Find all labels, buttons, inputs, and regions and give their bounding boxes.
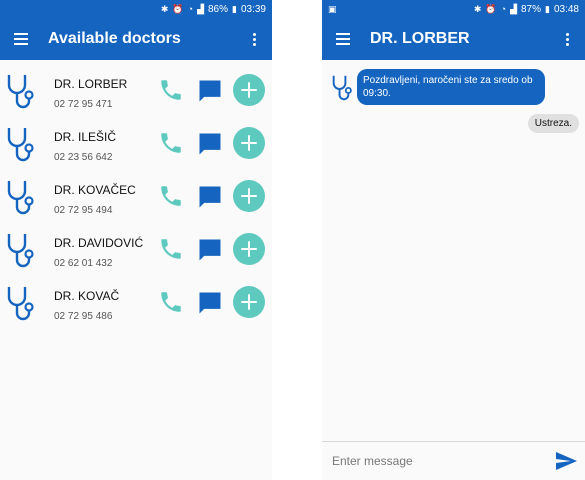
- add-circle-icon[interactable]: [233, 180, 265, 212]
- message-list: Pozdravljeni, naročeni ste za sredo ob 0…: [322, 60, 585, 442]
- bluetooth-icon: ✱: [473, 3, 482, 14]
- doctor-name: DR. DAVIDOVIĆ: [54, 236, 144, 250]
- status-time: 03:48: [553, 3, 579, 15]
- doctor-name: DR. KOVAČ: [54, 289, 120, 303]
- doctor-row[interactable]: DR. ILEŠIČ 02 23 56 642: [0, 122, 272, 175]
- doctor-row[interactable]: DR. LORBER 02 72 95 471: [0, 69, 272, 122]
- more-options-icon[interactable]: [244, 26, 264, 52]
- battery-icon: ▮: [545, 3, 550, 14]
- add-circle-icon[interactable]: [233, 74, 265, 106]
- doctor-phone: 02 23 56 642: [54, 152, 113, 163]
- stethoscope-icon: [7, 128, 34, 162]
- chat-bubble-icon[interactable]: [196, 289, 224, 317]
- app-bar: Available doctors: [0, 18, 272, 60]
- outgoing-message: Ustreza.: [527, 114, 579, 133]
- stethoscope-icon: [7, 287, 34, 321]
- chat-title: DR. LORBER: [370, 30, 470, 47]
- doctor-name: DR. ILEŠIČ: [54, 130, 117, 144]
- battery-icon: ▮: [232, 3, 237, 14]
- doctor-row[interactable]: DR. KOVAČEC 02 72 95 494: [0, 175, 272, 228]
- status-bar: ▣ ✱ ⏰ ◔ ▟ 87% ▮ 03:48: [322, 0, 585, 18]
- more-options-icon[interactable]: [557, 26, 577, 52]
- phone-icon[interactable]: [158, 130, 184, 156]
- doctor-phone: 02 72 95 486: [54, 311, 113, 322]
- add-circle-icon[interactable]: [233, 127, 265, 159]
- status-bar: ✱ ⏰ ◔ ▟ 86% ▮ 03:39: [0, 0, 272, 18]
- battery-level: 87%: [521, 3, 542, 15]
- menu-icon[interactable]: [8, 26, 34, 52]
- stethoscope-icon: [7, 181, 34, 215]
- add-circle-icon[interactable]: [233, 286, 265, 318]
- incoming-message: Pozdravljeni, naročeni ste za sredo ob 0…: [357, 69, 545, 105]
- wifi-icon: ◔: [187, 3, 194, 14]
- app-bar: DR. LORBER: [322, 18, 585, 60]
- battery-level: 86%: [208, 3, 229, 15]
- phone-icon[interactable]: [158, 289, 184, 315]
- available-doctors-screen: ✱ ⏰ ◔ ▟ 86% ▮ 03:39 Available doctors DR…: [0, 0, 272, 480]
- doctor-list: DR. LORBER 02 72 95 471 DR. ILEŠIČ 02 23…: [0, 69, 272, 334]
- page-title: Available doctors: [48, 30, 181, 47]
- doctor-phone: 02 72 95 494: [54, 205, 113, 216]
- chat-bubble-icon[interactable]: [196, 183, 224, 211]
- gallery-notification-icon: ▣: [328, 3, 337, 14]
- status-time: 03:39: [240, 3, 266, 15]
- bluetooth-icon: ✱: [160, 3, 169, 14]
- doctor-row[interactable]: DR. DAVIDOVIĆ 02 62 01 432: [0, 228, 272, 281]
- message-input[interactable]: [330, 448, 544, 474]
- alarm-icon: ⏰: [172, 3, 184, 14]
- doctor-name: DR. LORBER: [54, 77, 128, 91]
- alarm-icon: ⏰: [485, 3, 497, 14]
- stethoscope-icon: [7, 234, 34, 268]
- chat-bubble-icon[interactable]: [196, 236, 224, 264]
- add-circle-icon[interactable]: [233, 233, 265, 265]
- message-composer: [322, 441, 585, 480]
- doctor-name: DR. KOVAČEC: [54, 183, 136, 197]
- chat-bubble-icon[interactable]: [196, 77, 224, 105]
- stethoscope-icon: [7, 75, 34, 109]
- chat-bubble-icon[interactable]: [196, 130, 224, 158]
- doctor-phone: 02 62 01 432: [54, 258, 113, 269]
- wifi-icon: ◔: [500, 3, 507, 14]
- doctor-row[interactable]: DR. KOVAČ 02 72 95 486: [0, 281, 272, 334]
- phone-icon[interactable]: [158, 236, 184, 262]
- stethoscope-icon: [332, 75, 352, 101]
- signal-icon: ▟: [197, 3, 204, 14]
- doctor-phone: 02 72 95 471: [54, 99, 113, 110]
- signal-icon: ▟: [510, 3, 517, 14]
- phone-icon[interactable]: [158, 77, 184, 103]
- phone-icon[interactable]: [158, 183, 184, 209]
- send-icon[interactable]: [553, 449, 579, 473]
- chat-screen: ▣ ✱ ⏰ ◔ ▟ 87% ▮ 03:48 DR. LORBER Pozdrav…: [322, 0, 585, 480]
- menu-icon[interactable]: [330, 26, 356, 52]
